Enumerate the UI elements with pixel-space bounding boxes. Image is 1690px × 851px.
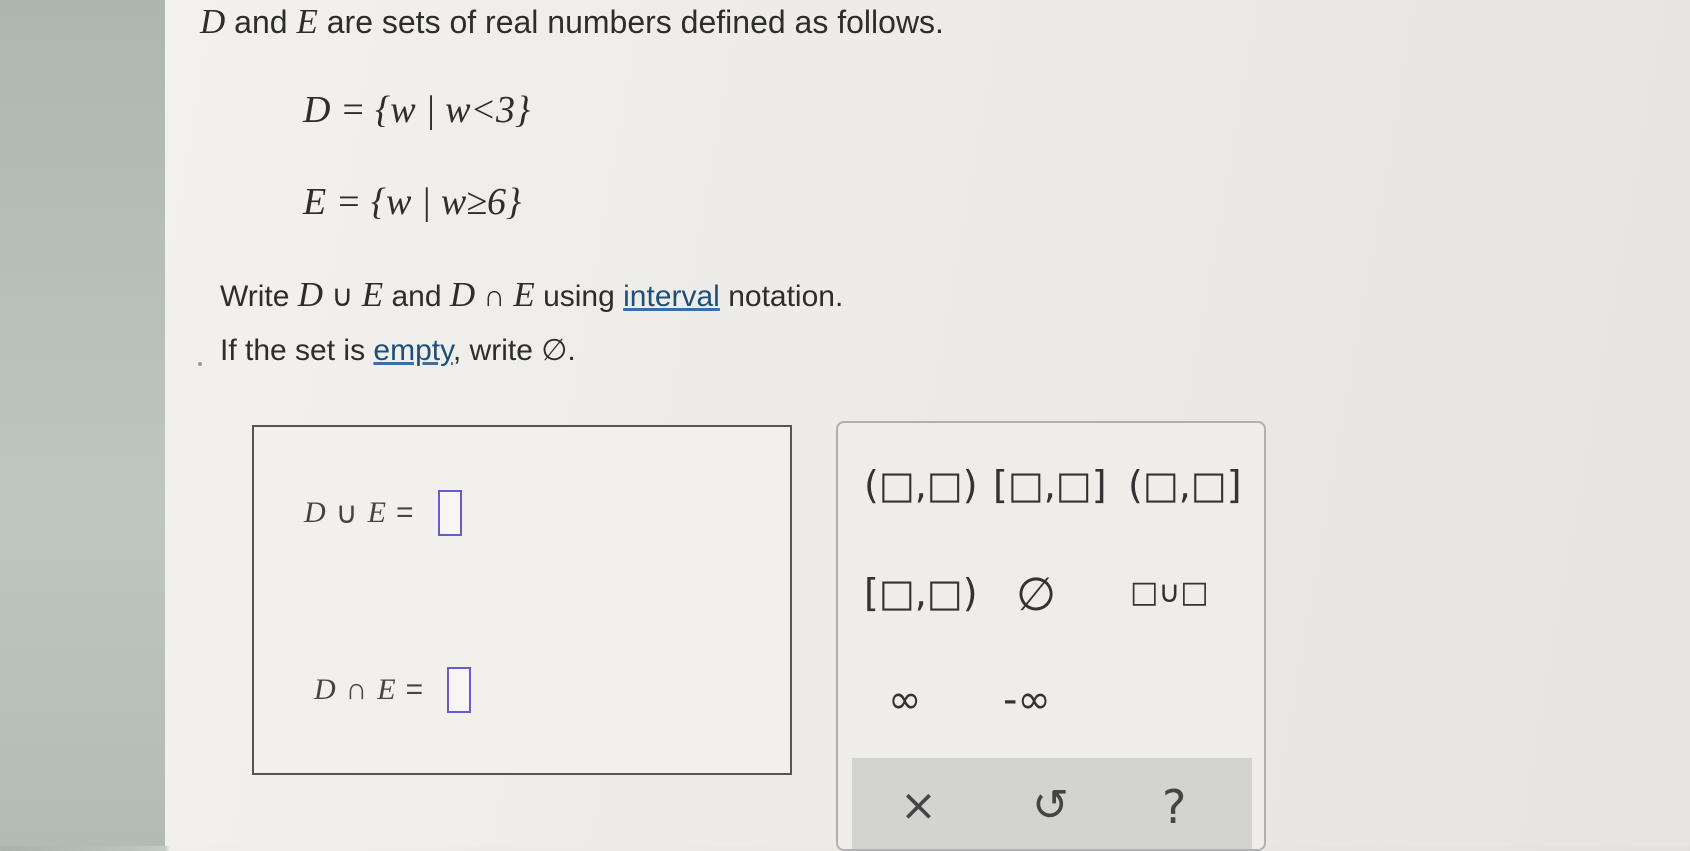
union-equals: =: [395, 496, 414, 529]
problem-intro: D and E are sets of real numbers defined…: [200, 2, 944, 42]
intersection-equals: =: [405, 673, 424, 706]
set-e-definition: E = {w | w≥6}: [303, 181, 522, 223]
intersection-symbol: ∩: [345, 673, 368, 706]
intro-var-e: E: [296, 2, 318, 41]
answer-box: D ∪ E = D ∩ E =: [252, 425, 792, 775]
intro-rest: are sets of real numbers defined as foll…: [317, 4, 944, 40]
instr-var-d-2: D: [449, 275, 476, 314]
inter-lhs: D: [314, 673, 336, 706]
infinity-button[interactable]: ∞: [888, 677, 921, 723]
instr-var-e-2: E: [513, 275, 535, 314]
instr-and: and: [383, 280, 450, 313]
instr2-post: , write ∅.: [452, 334, 576, 367]
instr-var-e: E: [361, 275, 384, 314]
instr-notation: notation.: [719, 280, 844, 313]
empty-set-button[interactable]: ∅: [1016, 567, 1056, 621]
instr2-pre: If the set is: [220, 334, 374, 367]
math-palette: (□,□) [□,□] (□,□] [□,□) ∅ □∪□ ∞ -∞ × ↺ ?: [836, 421, 1266, 851]
help-icon[interactable]: ?: [1162, 780, 1186, 834]
open-closed-interval-button[interactable]: (□,□]: [1128, 463, 1242, 507]
instr-intersection-symbol: ∩: [475, 280, 514, 313]
stray-dot: [198, 362, 202, 366]
intersection-answer-row: D ∩ E =: [314, 667, 472, 713]
interval-link[interactable]: interval: [623, 280, 720, 313]
open-open-interval-button[interactable]: (□,□): [864, 463, 978, 507]
closed-closed-interval-button[interactable]: [□,□]: [993, 463, 1107, 507]
palette-footer: × ↺ ?: [852, 758, 1252, 849]
instr-write: Write: [220, 280, 298, 313]
union-button[interactable]: □∪□: [1130, 575, 1209, 610]
intro-var-d: D: [200, 2, 226, 41]
empty-link[interactable]: empty: [373, 334, 452, 367]
instruction-line-2: If the set is empty, write ∅.: [220, 333, 576, 368]
background-edge: [0, 0, 165, 846]
union-lhs: D: [304, 496, 326, 529]
instr-var-d: D: [297, 275, 324, 314]
instruction-line-1: Write D ∪ E and D ∩ E using interval not…: [220, 275, 843, 315]
union-rhs: E: [367, 496, 386, 529]
set-d-definition: D = {w | w<3}: [303, 89, 531, 131]
closed-open-interval-button[interactable]: [□,□): [864, 571, 978, 615]
undo-icon[interactable]: ↺: [1032, 780, 1069, 831]
instr-union-symbol: ∪: [323, 280, 362, 313]
union-answer-row: D ∪ E =: [304, 490, 462, 536]
inter-rhs: E: [377, 673, 396, 706]
union-answer-input[interactable]: [437, 490, 462, 536]
instr-using: using: [534, 280, 624, 313]
negative-infinity-button[interactable]: -∞: [1003, 677, 1051, 723]
union-symbol: ∪: [335, 496, 358, 530]
intro-and: and: [225, 4, 297, 40]
intersection-answer-input[interactable]: [447, 667, 472, 713]
clear-icon[interactable]: ×: [900, 780, 937, 831]
